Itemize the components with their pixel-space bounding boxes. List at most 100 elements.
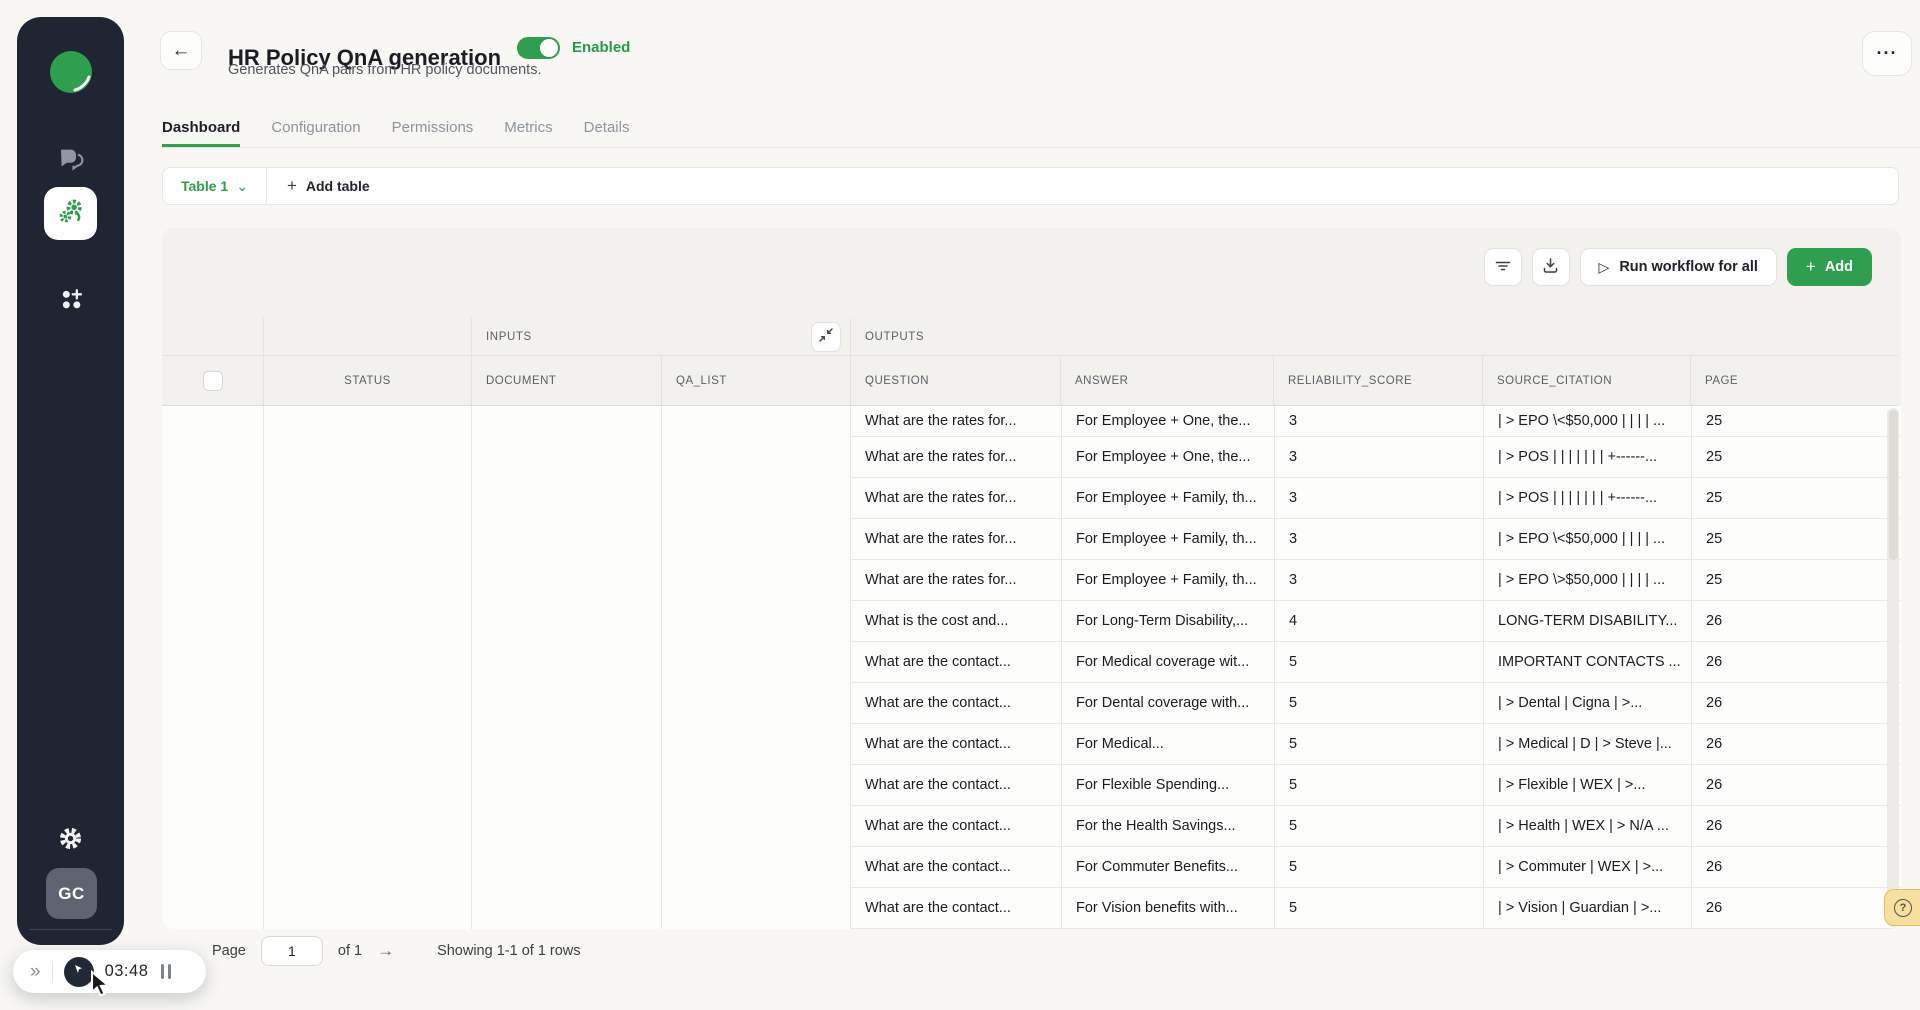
question-cell[interactable]: What are the contact... xyxy=(851,724,1061,764)
page-cell[interactable]: 25 xyxy=(1691,437,1898,477)
tab-details[interactable]: Details xyxy=(584,111,630,147)
reliability-score-cell[interactable]: 5 xyxy=(1274,683,1483,723)
table-row[interactable]: What are the contact... For Medical... 5… xyxy=(851,724,1901,765)
status-cell[interactable] xyxy=(263,406,471,929)
answer-cell[interactable]: For Commuter Benefits... xyxy=(1061,847,1274,887)
collapse-recorder-icon[interactable]: » xyxy=(30,962,41,981)
download-button[interactable] xyxy=(1531,248,1570,286)
table-row[interactable]: What are the contact... For Medical cove… xyxy=(851,642,1901,683)
help-button[interactable]: ? xyxy=(1884,889,1920,926)
table-row[interactable]: What are the rates for... For Employee +… xyxy=(851,406,1901,437)
document-cell[interactable] xyxy=(471,406,661,929)
table-row[interactable]: What are the contact... For Commuter Ben… xyxy=(851,847,1901,888)
vertical-scrollbar[interactable] xyxy=(1887,408,1899,927)
question-cell[interactable]: What are the rates for... xyxy=(851,519,1061,559)
answer-cell[interactable]: For Medical... xyxy=(1061,724,1274,764)
question-cell[interactable]: What are the contact... xyxy=(851,642,1061,682)
question-cell[interactable]: What are the rates for... xyxy=(851,437,1061,477)
reliability-score-cell[interactable]: 5 xyxy=(1274,888,1483,928)
header-cell-answer[interactable]: ANSWER xyxy=(1060,356,1273,405)
table-row[interactable]: What is the cost and... For Long-Term Di… xyxy=(851,601,1901,642)
question-cell[interactable]: What is the cost and... xyxy=(851,601,1061,641)
page-cell[interactable]: 26 xyxy=(1691,765,1898,805)
next-page-icon[interactable]: → xyxy=(377,941,394,961)
recording-indicator[interactable] xyxy=(63,956,94,987)
question-cell[interactable]: What are the contact... xyxy=(851,765,1061,805)
question-cell[interactable]: What are the contact... xyxy=(851,806,1061,846)
user-avatar[interactable]: GC xyxy=(46,868,97,919)
add-row-button[interactable]: + Add xyxy=(1786,248,1872,286)
reliability-score-cell[interactable]: 5 xyxy=(1274,847,1483,887)
reliability-score-cell[interactable]: 3 xyxy=(1274,560,1483,600)
sidebar-item-apps[interactable] xyxy=(17,283,124,319)
answer-cell[interactable]: For Vision benefits with... xyxy=(1061,888,1274,928)
question-cell[interactable]: What are the rates for... xyxy=(851,478,1061,518)
table-row[interactable]: What are the contact... For the Health S… xyxy=(851,806,1901,847)
add-table-button[interactable]: + Add table xyxy=(267,168,390,204)
source-citation-cell[interactable]: | > EPO \<$50,000 | | | | ... xyxy=(1483,519,1691,559)
table-selector-dropdown[interactable]: Table 1 ⌄ xyxy=(163,168,266,204)
table-row[interactable]: What are the rates for... For Employee +… xyxy=(851,478,1901,519)
table-row[interactable]: What are the rates for... For Employee +… xyxy=(851,519,1901,560)
answer-cell[interactable]: For Flexible Spending... xyxy=(1061,765,1274,805)
source-citation-cell[interactable]: | > Flexible | WEX | >... xyxy=(1483,765,1691,805)
question-cell[interactable]: What are the contact... xyxy=(851,683,1061,723)
answer-cell[interactable]: For Dental coverage with... xyxy=(1061,683,1274,723)
brand-logo-icon[interactable] xyxy=(48,49,94,95)
reliability-score-cell[interactable]: 3 xyxy=(1274,519,1483,559)
more-options-button[interactable]: ··· xyxy=(1862,31,1912,76)
source-citation-cell[interactable]: | > Vision | Guardian | >... xyxy=(1483,888,1691,928)
answer-cell[interactable]: For Employee + One, the... xyxy=(1061,437,1274,477)
page-cell[interactable]: 26 xyxy=(1691,847,1898,887)
table-row[interactable]: What are the contact... For Vision benef… xyxy=(851,888,1901,929)
header-cell-question[interactable]: QUESTION xyxy=(850,356,1060,405)
source-citation-cell[interactable]: | > POS | | | | | | | +------... xyxy=(1483,478,1691,518)
back-button[interactable]: ← xyxy=(160,31,202,70)
answer-cell[interactable]: For Employee + Family, th... xyxy=(1061,560,1274,600)
sidebar-item-settings[interactable] xyxy=(17,823,124,859)
answer-cell[interactable]: For Long-Term Disability,... xyxy=(1061,601,1274,641)
tab-metrics[interactable]: Metrics xyxy=(504,111,552,147)
question-cell[interactable]: What are the rates for... xyxy=(851,560,1061,600)
source-citation-cell[interactable]: | > Health | WEX | > N/A ... xyxy=(1483,806,1691,846)
source-citation-cell[interactable]: | > EPO \<$50,000 | | | | ... xyxy=(1483,406,1691,436)
header-cell-document[interactable]: DOCUMENT xyxy=(471,356,661,405)
filter-button[interactable] xyxy=(1483,248,1522,286)
header-cell-qa-list[interactable]: QA_LIST xyxy=(661,356,850,405)
sidebar-item-chat[interactable] xyxy=(17,143,124,179)
enabled-toggle[interactable] xyxy=(517,37,560,59)
reliability-score-cell[interactable]: 5 xyxy=(1274,724,1483,764)
sidebar-item-workflows-active[interactable] xyxy=(44,187,97,240)
pause-icon[interactable] xyxy=(161,964,172,979)
source-citation-cell[interactable]: | > Dental | Cigna | >... xyxy=(1483,683,1691,723)
table-row[interactable]: What are the contact... For Dental cover… xyxy=(851,683,1901,724)
header-cell-page[interactable]: PAGE xyxy=(1690,356,1898,405)
answer-cell[interactable]: For the Health Savings... xyxy=(1061,806,1274,846)
qa-list-cell[interactable] xyxy=(661,406,850,929)
page-cell[interactable]: 26 xyxy=(1691,806,1898,846)
reliability-score-cell[interactable]: 3 xyxy=(1274,406,1483,436)
page-cell[interactable]: 25 xyxy=(1691,478,1898,518)
page-cell[interactable]: 25 xyxy=(1691,560,1898,600)
tab-permissions[interactable]: Permissions xyxy=(392,111,474,147)
header-cell-status[interactable]: STATUS xyxy=(263,356,471,405)
source-citation-cell[interactable]: LONG-TERM DISABILITY... xyxy=(1483,601,1691,641)
question-cell[interactable]: What are the contact... xyxy=(851,888,1061,928)
reliability-score-cell[interactable]: 3 xyxy=(1274,478,1483,518)
source-citation-cell[interactable]: | > Commuter | WEX | >... xyxy=(1483,847,1691,887)
source-citation-cell[interactable]: | > EPO \>$50,000 | | | | ... xyxy=(1483,560,1691,600)
page-cell[interactable]: 26 xyxy=(1691,724,1898,764)
reliability-score-cell[interactable]: 5 xyxy=(1274,806,1483,846)
table-row[interactable]: What are the contact... For Flexible Spe… xyxy=(851,765,1901,806)
table-row[interactable]: What are the rates for... For Employee +… xyxy=(851,437,1901,478)
reliability-score-cell[interactable]: 3 xyxy=(1274,437,1483,477)
question-cell[interactable]: What are the contact... xyxy=(851,847,1061,887)
source-citation-cell[interactable]: | > Medical | D | > Steve |... xyxy=(1483,724,1691,764)
header-cell-source-citation[interactable]: SOURCE_CITATION xyxy=(1482,356,1690,405)
question-cell[interactable]: What are the rates for... xyxy=(851,406,1061,436)
page-cell[interactable]: 26 xyxy=(1691,888,1898,928)
run-workflow-button[interactable]: ▷ Run workflow for all xyxy=(1579,248,1777,286)
page-number-input[interactable] xyxy=(260,936,323,966)
scrollbar-thumb[interactable] xyxy=(1888,410,1898,560)
row-select-cell[interactable] xyxy=(162,406,263,929)
